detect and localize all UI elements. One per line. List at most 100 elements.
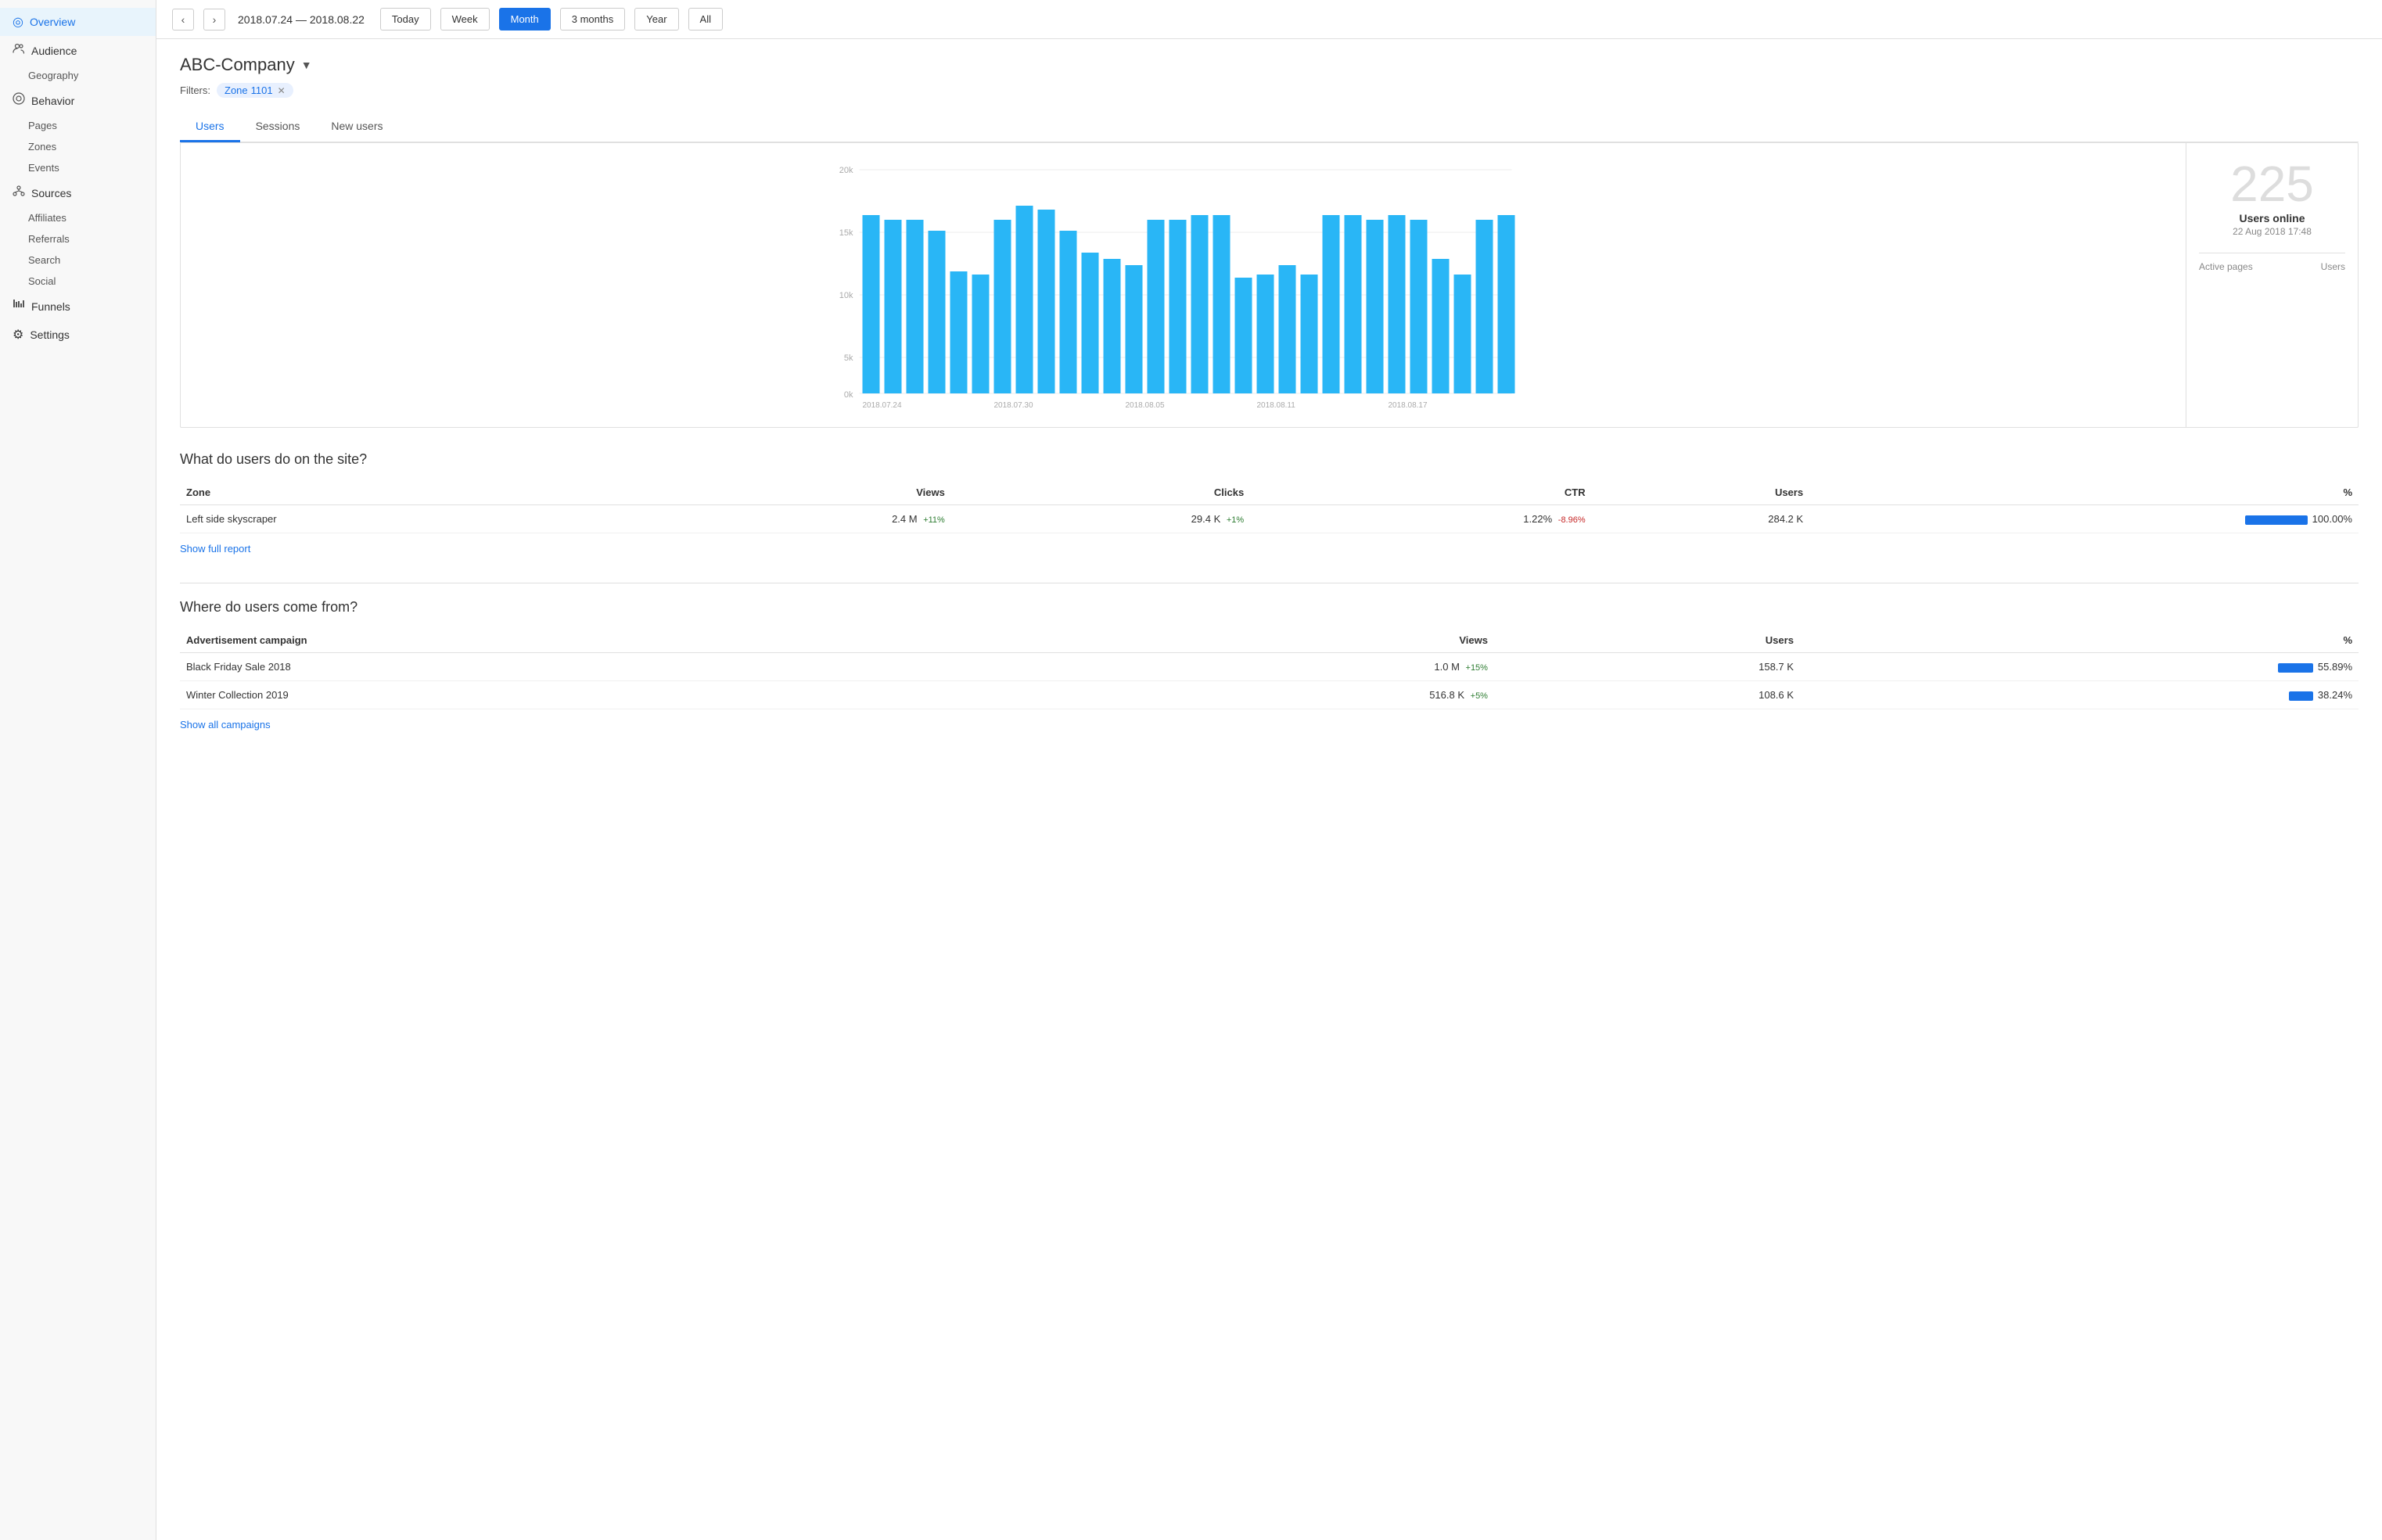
zones-col-views: Views bbox=[651, 480, 950, 505]
sidebar-item-social[interactable]: Social bbox=[0, 271, 156, 292]
next-button[interactable]: › bbox=[203, 9, 225, 31]
svg-text:0k: 0k bbox=[844, 390, 853, 400]
sidebar-item-geography[interactable]: Geography bbox=[0, 65, 156, 86]
zone-pct: 100.00% bbox=[1809, 505, 2359, 533]
sidebar-item-events[interactable]: Events bbox=[0, 157, 156, 178]
sidebar-item-overview[interactable]: ◎ Overview bbox=[0, 8, 156, 36]
filter-zone-close[interactable]: ✕ bbox=[278, 85, 286, 96]
svg-text:15k: 15k bbox=[839, 228, 853, 238]
sidebar-item-settings[interactable]: ⚙ Settings bbox=[0, 321, 156, 349]
clicks-delta: +1% bbox=[1227, 515, 1244, 525]
zone-clicks: 29.4 K +1% bbox=[951, 505, 1250, 533]
views-delta: +15% bbox=[1466, 663, 1488, 673]
filter-zone-value: 1101 bbox=[251, 84, 273, 96]
campaign-name: Winter Collection 2019 bbox=[180, 681, 1038, 709]
campaign-views: 1.0 M +15% bbox=[1038, 653, 1494, 681]
audience-icon bbox=[13, 42, 25, 59]
period-week[interactable]: Week bbox=[440, 8, 490, 31]
zones-table: Zone Views Clicks CTR Users % Left side … bbox=[180, 480, 2359, 533]
filter-chip-zone: Zone 1101 ✕ bbox=[217, 83, 293, 98]
period-today[interactable]: Today bbox=[380, 8, 431, 31]
campaign-users: 158.7 K bbox=[1494, 653, 1800, 681]
pct-bar bbox=[2245, 515, 2308, 525]
topbar: ‹ › 2018.07.24 — 2018.08.22 Today Week M… bbox=[156, 0, 2382, 39]
svg-text:10k: 10k bbox=[839, 291, 853, 300]
zones-col-clicks: Clicks bbox=[951, 480, 1250, 505]
pct-bar bbox=[2289, 691, 2313, 701]
prev-button[interactable]: ‹ bbox=[172, 9, 194, 31]
campaigns-col-name: Advertisement campaign bbox=[180, 628, 1038, 653]
chart-area: 20k 15k 10k 5k 0k bbox=[181, 143, 2186, 427]
bar-chart-svg: 20k 15k 10k 5k 0k bbox=[196, 159, 2170, 409]
pct-bar bbox=[2278, 663, 2313, 673]
sidebar-item-sources[interactable]: Sources bbox=[0, 178, 156, 207]
active-pages-header: Active pages Users bbox=[2199, 253, 2345, 272]
zones-col-pct: % bbox=[1809, 480, 2359, 505]
zone-ctr: 1.22% -8.96% bbox=[1250, 505, 1591, 533]
funnels-icon bbox=[13, 298, 25, 314]
main-content: ‹ › 2018.07.24 — 2018.08.22 Today Week M… bbox=[156, 0, 2382, 1540]
svg-text:2018.07.30: 2018.07.30 bbox=[994, 401, 1033, 409]
settings-icon: ⚙ bbox=[13, 327, 23, 343]
svg-text:20k: 20k bbox=[839, 166, 853, 175]
table-row: Winter Collection 2019 516.8 K +5% 108.6… bbox=[180, 681, 2359, 709]
users-online-panel: 225 Users online 22 Aug 2018 17:48 Activ… bbox=[2186, 143, 2358, 427]
views-delta: +5% bbox=[1471, 691, 1488, 701]
tab-users[interactable]: Users bbox=[180, 112, 240, 142]
company-dropdown-arrow[interactable]: ▼ bbox=[301, 59, 312, 71]
behavior-icon bbox=[13, 92, 25, 109]
users-online-label: Users online bbox=[2199, 212, 2345, 224]
active-pages-col: Active pages bbox=[2199, 261, 2253, 272]
tab-sessions[interactable]: Sessions bbox=[240, 112, 316, 142]
zones-section-title: What do users do on the site? bbox=[180, 451, 2359, 468]
svg-text:2018.08.11: 2018.08.11 bbox=[1257, 401, 1296, 409]
campaign-users: 108.6 K bbox=[1494, 681, 1800, 709]
zones-col-zone: Zone bbox=[180, 480, 651, 505]
zone-views: 2.4 M +11% bbox=[651, 505, 950, 533]
table-row: Left side skyscraper 2.4 M +11% 29.4 K +… bbox=[180, 505, 2359, 533]
chart-tabs: Users Sessions New users bbox=[180, 112, 2359, 142]
users-online-count: 225 bbox=[2199, 159, 2345, 209]
sidebar-item-zones[interactable]: Zones bbox=[0, 136, 156, 157]
sidebar-item-search[interactable]: Search bbox=[0, 249, 156, 271]
period-3months[interactable]: 3 months bbox=[560, 8, 625, 31]
campaigns-section-title: Where do users come from? bbox=[180, 599, 2359, 616]
ctr-delta: -8.96% bbox=[1558, 515, 1586, 525]
page-content: ABC-Company ▼ Filters: Zone 1101 ✕ Users… bbox=[156, 39, 2382, 759]
campaigns-col-pct: % bbox=[1800, 628, 2359, 653]
show-full-report-link[interactable]: Show full report bbox=[180, 543, 250, 555]
overview-icon: ◎ bbox=[13, 14, 23, 30]
svg-text:2018.07.24: 2018.07.24 bbox=[863, 401, 902, 409]
campaign-views: 516.8 K +5% bbox=[1038, 681, 1494, 709]
filters-label: Filters: bbox=[180, 84, 210, 96]
svg-text:2018.08.05: 2018.08.05 bbox=[1126, 401, 1165, 409]
company-title-row: ABC-Company ▼ bbox=[180, 55, 2359, 75]
users-col: Users bbox=[2321, 261, 2345, 272]
svg-text:5k: 5k bbox=[844, 354, 853, 363]
chart-container: 20k 15k 10k 5k 0k bbox=[180, 142, 2359, 428]
campaign-name: Black Friday Sale 2018 bbox=[180, 653, 1038, 681]
users-online-time: 22 Aug 2018 17:48 bbox=[2199, 226, 2345, 237]
table-row: Black Friday Sale 2018 1.0 M +15% 158.7 … bbox=[180, 653, 2359, 681]
filter-zone-label: Zone bbox=[225, 84, 248, 96]
sidebar-item-behavior[interactable]: Behavior bbox=[0, 86, 156, 115]
sidebar: ◎ Overview Audience Geography Behavior P… bbox=[0, 0, 156, 1540]
period-month[interactable]: Month bbox=[499, 8, 551, 31]
campaign-pct: 38.24% bbox=[1800, 681, 2359, 709]
sidebar-item-funnels[interactable]: Funnels bbox=[0, 292, 156, 321]
period-all[interactable]: All bbox=[688, 8, 723, 31]
sidebar-item-pages[interactable]: Pages bbox=[0, 115, 156, 136]
sidebar-item-audience[interactable]: Audience bbox=[0, 36, 156, 65]
zone-name: Left side skyscraper bbox=[180, 505, 651, 533]
zones-col-ctr: CTR bbox=[1250, 480, 1591, 505]
campaigns-col-views: Views bbox=[1038, 628, 1494, 653]
filters-row: Filters: Zone 1101 ✕ bbox=[180, 83, 2359, 98]
campaigns-table: Advertisement campaign Views Users % Bla… bbox=[180, 628, 2359, 709]
sidebar-item-affiliates[interactable]: Affiliates bbox=[0, 207, 156, 228]
sidebar-item-referrals[interactable]: Referrals bbox=[0, 228, 156, 249]
show-all-campaigns-link[interactable]: Show all campaigns bbox=[180, 719, 271, 731]
zones-col-users: Users bbox=[1592, 480, 1809, 505]
tab-new-users[interactable]: New users bbox=[315, 112, 398, 142]
sources-icon bbox=[13, 185, 25, 201]
period-year[interactable]: Year bbox=[634, 8, 678, 31]
